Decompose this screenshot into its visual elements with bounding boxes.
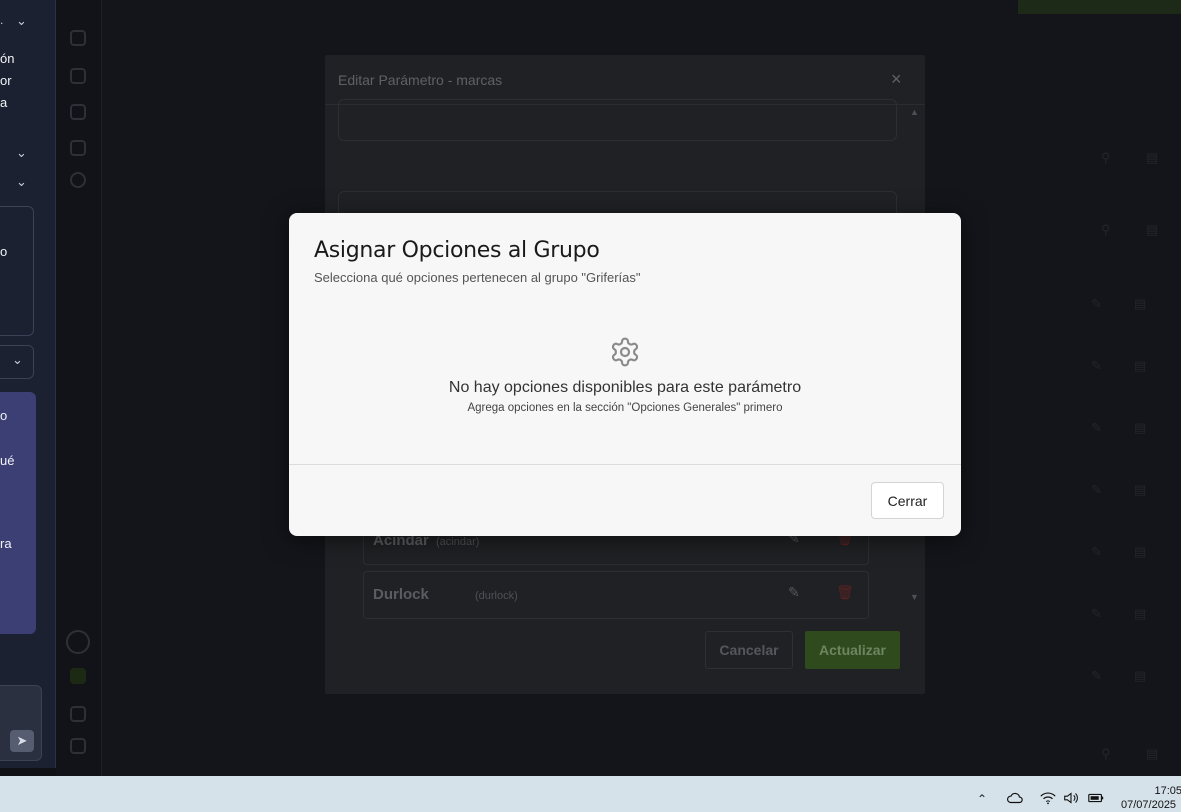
panel-box-text: o [0,244,8,259]
search-icon: ⚲ [1101,222,1111,237]
dialog-divider [289,464,961,465]
trash-icon: ▤ [1134,296,1147,311]
edit-icon: ✎ [1091,482,1102,497]
panel-text-line: or [0,73,12,88]
send-icon[interactable]: ➤ [10,730,34,752]
panel-card-line: ra [0,536,12,551]
panel-highlight-card [0,392,36,634]
empty-state-subtitle: Agrega opciones en la sección "Opciones … [467,402,783,414]
chevron-down-icon[interactable]: ⌄ [16,13,27,29]
edit-icon: ✎ [1091,420,1102,435]
settings-icon [70,706,86,722]
home-icon [70,30,86,46]
close-icon[interactable]: × [891,69,902,90]
clock-time[interactable]: 17:05 [1140,785,1181,797]
assign-options-dialog: Asignar Opciones al Grupo Selecciona qué… [289,213,961,536]
menu-icon [70,738,86,754]
chevron-down-icon[interactable]: ⌄ [16,174,27,190]
panel-info-box [0,206,34,336]
edit-icon[interactable]: ✎ [788,584,804,602]
edit-icon: ✎ [1091,358,1102,373]
gear-icon [611,337,639,367]
panel-card-line: o [0,408,8,423]
chevron-up-icon[interactable]: ⌃ [977,792,987,806]
trash-icon: ▤ [1146,746,1159,761]
box-icon [70,104,86,120]
trash-icon: ▤ [1134,420,1147,435]
trash-icon: ▤ [1146,150,1159,165]
battery-icon[interactable] [1087,790,1105,806]
trash-icon: ▤ [1134,668,1147,683]
chevron-down-icon[interactable]: ⌄ [16,145,27,161]
option-slug: (acindar) [436,536,480,548]
close-button[interactable]: Cerrar [871,482,944,519]
cloud-icon[interactable] [1006,790,1024,806]
user-icon [66,630,90,654]
scroll-down-icon[interactable]: ▼ [910,592,919,602]
dialog-title: Asignar Opciones al Grupo [314,238,600,263]
trash-icon: ▤ [1146,222,1159,237]
check-icon [70,140,86,156]
chevron-down-icon[interactable]: ⌄ [12,352,23,368]
active-icon [70,668,86,684]
windows-taskbar: ⌃ 17:05 07/07/2025 [0,776,1181,812]
update-button[interactable]: Actualizar [805,631,900,669]
clock-date[interactable]: 07/07/2025 [1121,799,1181,811]
wifi-icon[interactable] [1039,790,1057,806]
panel-card-line: ué [0,453,15,468]
dialog-subtitle: Selecciona qué opciones pertenecen al gr… [314,270,641,285]
trash-icon: ▤ [1134,482,1147,497]
panel-text-line: ón [0,51,15,66]
option-row: Durlock (durlock) ✎ 🗑 [363,571,869,619]
scroll-up-icon[interactable]: ▲ [910,107,919,117]
trash-icon: ▤ [1134,606,1147,621]
trash-icon[interactable]: 🗑 [836,584,854,602]
option-name: Durlock [373,586,429,603]
trash-icon: ▤ [1134,358,1147,373]
option-slug: (durlock) [475,590,518,602]
search-icon: ⚲ [1101,150,1111,165]
edit-icon: ✎ [1091,606,1102,621]
edit-icon: ✎ [1091,668,1102,683]
chat-side-panel: ⌄ . ón or a ⌄ ⌄ o ⌄ o ué ra ➤ [0,0,56,768]
plus-icon [70,172,86,188]
empty-state-title: No hay opciones disponibles para este pa… [448,379,802,396]
cancel-button[interactable]: Cancelar [705,631,793,669]
panel-text-line: a [0,95,8,110]
top-action-button [1018,0,1181,14]
edit-icon: ✎ [1091,296,1102,311]
edit-modal-title: Editar Parámetro - marcas [338,72,503,88]
app-icon-rail [56,0,102,776]
edit-modal-header: Editar Parámetro - marcas × [325,55,925,105]
search-icon: ⚲ [1101,746,1111,761]
volume-icon[interactable] [1062,790,1080,806]
edit-field-box [338,99,897,141]
dot-icon: . [0,13,4,27]
trash-icon: ▤ [1134,544,1147,559]
list-icon [70,68,86,84]
edit-icon: ✎ [1091,544,1102,559]
